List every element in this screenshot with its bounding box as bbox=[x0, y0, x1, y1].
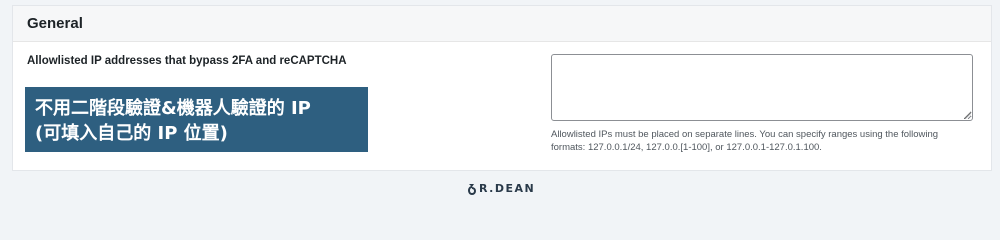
allowlist-ip-textarea[interactable] bbox=[551, 54, 973, 121]
section-title: General bbox=[27, 15, 83, 32]
footer-brand-text: R.DEAN bbox=[479, 182, 536, 195]
resize-handle-icon[interactable] bbox=[964, 112, 971, 119]
footer-logo: R.DEAN bbox=[467, 182, 535, 195]
general-settings-panel: General Allowlisted IP addresses that by… bbox=[12, 5, 992, 171]
panel-header: General bbox=[13, 6, 991, 42]
annotation-line-1: 不用二階段驗證&機器人驗證的 IP bbox=[35, 98, 311, 119]
allowlist-help-text: Allowlisted IPs must be placed on separa… bbox=[551, 129, 939, 153]
allowlist-ip-label: Allowlisted IP addresses that bypass 2FA… bbox=[27, 55, 347, 67]
dr-dean-logo-icon bbox=[468, 183, 476, 195]
annotation-line-2: (可填入自己的 IP 位置) bbox=[35, 123, 228, 144]
annotation-callout: 不用二階段驗證&機器人驗證的 IP (可填入自己的 IP 位置) bbox=[25, 87, 368, 152]
